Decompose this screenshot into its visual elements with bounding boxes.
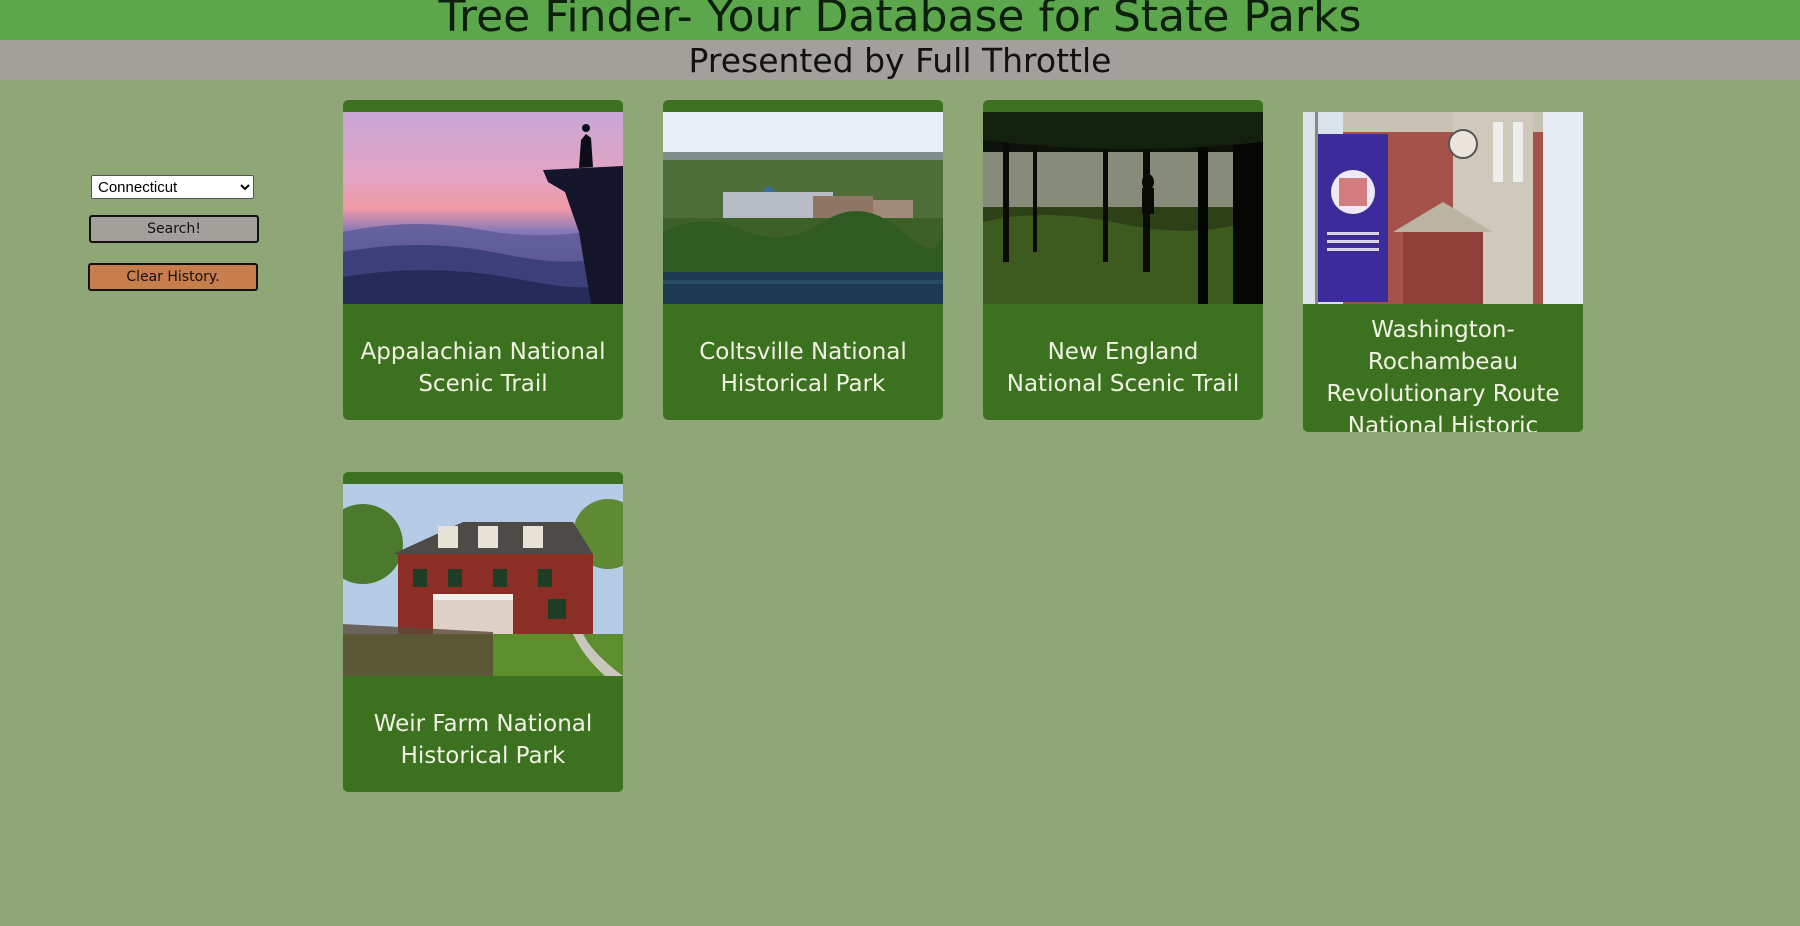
park-name[interactable]: Weir Farm National Historical Park bbox=[343, 708, 623, 772]
park-image-forest bbox=[983, 112, 1263, 304]
park-card[interactable]: Appalachian National Scenic Trail bbox=[343, 100, 623, 420]
page-subtitle: Presented by Full Throttle bbox=[688, 40, 1112, 80]
park-image-banner-building bbox=[1303, 112, 1583, 304]
page-title: Tree Finder- Your Database for State Par… bbox=[438, 0, 1362, 40]
park-image-mountain-sunset bbox=[343, 112, 623, 304]
park-image-farmhouse bbox=[343, 484, 623, 676]
title-bar: Tree Finder- Your Database for State Par… bbox=[0, 0, 1800, 40]
search-button[interactable]: Search! bbox=[89, 215, 259, 243]
park-name[interactable]: Appalachian National Scenic Trail bbox=[343, 336, 623, 400]
subtitle-bar: Presented by Full Throttle bbox=[0, 40, 1800, 80]
clear-history-button[interactable]: Clear History. bbox=[88, 263, 258, 291]
park-card[interactable]: Washington-Rochambeau Revolutionary Rout… bbox=[1303, 112, 1583, 432]
park-card[interactable]: Coltsville National Historical Park bbox=[663, 100, 943, 420]
park-name[interactable]: New England National Scenic Trail bbox=[983, 336, 1263, 400]
park-card[interactable]: Weir Farm National Historical Park bbox=[343, 472, 623, 792]
park-card[interactable]: New England National Scenic Trail bbox=[983, 100, 1263, 420]
park-name[interactable]: Coltsville National Historical Park bbox=[663, 336, 943, 400]
park-image-town-river bbox=[663, 112, 943, 304]
park-name[interactable]: Washington-Rochambeau Revolutionary Rout… bbox=[1303, 314, 1583, 432]
state-select[interactable]: Connecticut bbox=[91, 175, 254, 199]
